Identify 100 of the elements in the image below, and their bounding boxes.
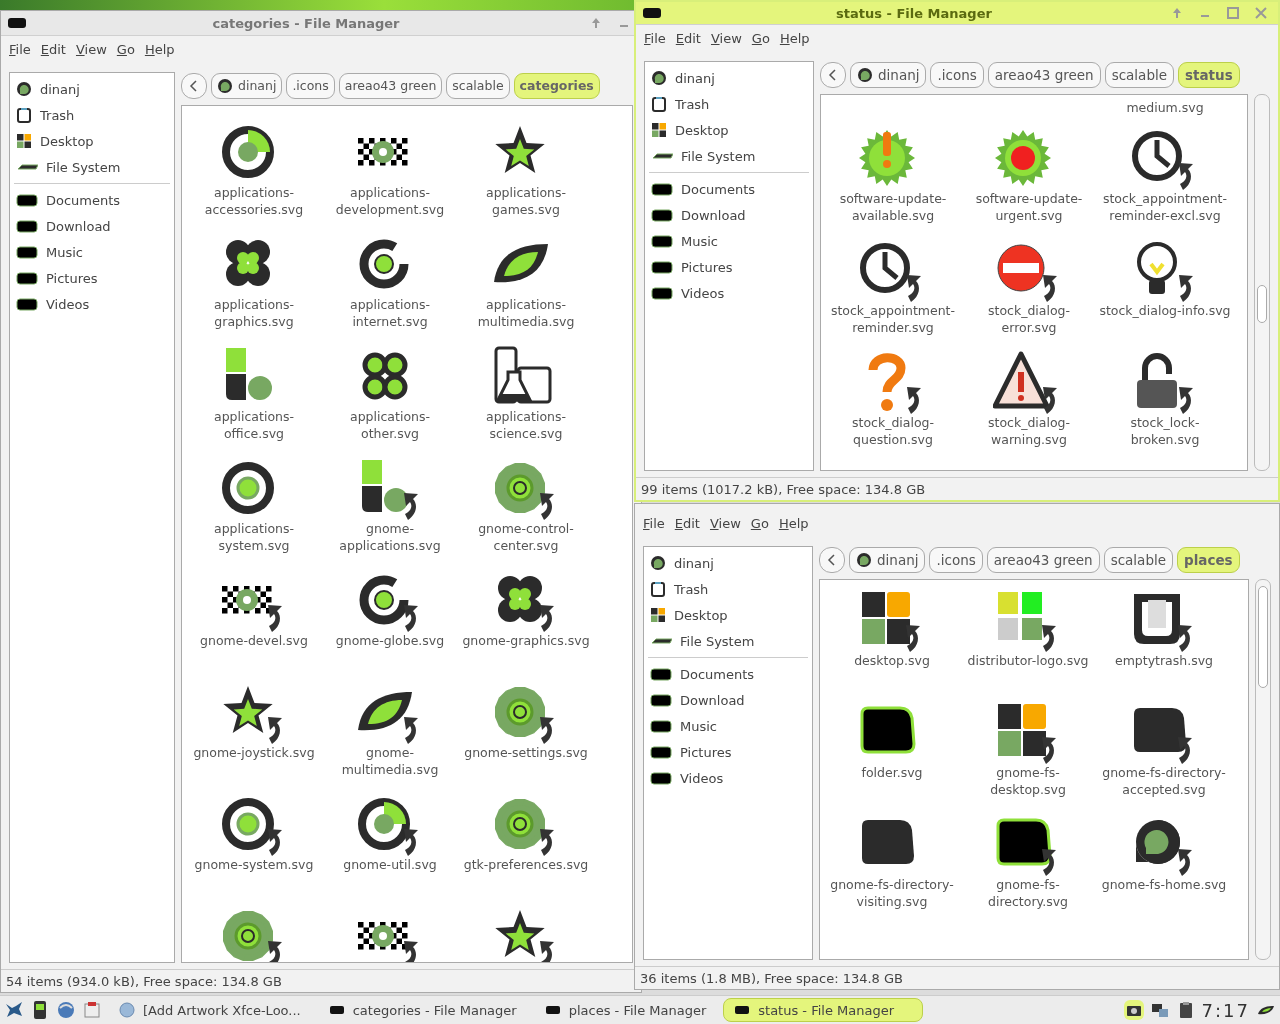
path-button[interactable]: status xyxy=(1178,61,1240,88)
sidebar-item[interactable]: Documents xyxy=(644,661,812,687)
icon-view-item[interactable]: folder.svg xyxy=(824,696,960,808)
path-button[interactable]: scalable xyxy=(446,72,510,99)
task-button[interactable]: [Add Artwork Xfce-Loo... xyxy=(108,998,312,1022)
menu-item[interactable]: Help xyxy=(774,513,815,533)
sidebar-item[interactable]: Documents xyxy=(10,187,174,213)
icon-view-item[interactable]: applications-other.svg xyxy=(322,340,458,452)
icon-view-item[interactable]: stock_dialog-warning.svg xyxy=(961,346,1097,458)
icon-view-item[interactable]: applications-development.svg xyxy=(322,116,458,228)
sidebar-item[interactable]: File System xyxy=(645,143,813,169)
menu-item[interactable]: File xyxy=(639,513,671,533)
menu-item[interactable]: Help xyxy=(140,39,181,59)
sidebar-item[interactable]: File System xyxy=(644,628,812,654)
menu-item[interactable]: Go xyxy=(112,39,141,59)
task-button[interactable]: places - File Manager xyxy=(533,998,718,1022)
icon-view-item[interactable]: applications-office.svg xyxy=(186,340,322,452)
task-button[interactable]: categories - File Manager xyxy=(317,998,528,1022)
icon-view-item[interactable]: applications-system.svg xyxy=(186,452,322,564)
menu-item[interactable]: View xyxy=(705,513,747,533)
sidebar-item[interactable]: File System xyxy=(10,154,174,180)
icon-view-item[interactable]: applications-multimedia.svg xyxy=(458,228,594,340)
icon-view-item[interactable]: gnome-fs-home.svg xyxy=(1096,808,1232,920)
sidebar-item[interactable]: Music xyxy=(644,713,812,739)
path-button[interactable]: dinanj xyxy=(849,546,926,573)
icon-view-item[interactable]: stock_lock-broken.svg xyxy=(1097,346,1233,458)
path-button[interactable]: scalable xyxy=(1104,61,1174,88)
path-button[interactable]: areao43 green xyxy=(338,72,443,99)
icon-view-item[interactable]: gnome-globe.svg xyxy=(322,564,458,676)
icon-view-item[interactable]: stock_appointment-reminder-excl.svg xyxy=(1097,122,1233,234)
menu-item[interactable]: File xyxy=(5,39,37,59)
menu-item[interactable]: View xyxy=(706,28,748,48)
icon-view-item[interactable]: emptytrash.svg xyxy=(1096,584,1232,696)
icon-view-item[interactable]: gnome-graphics.svg xyxy=(458,564,594,676)
menu-item[interactable]: Go xyxy=(746,513,775,533)
path-button[interactable]: scalable xyxy=(1103,546,1173,573)
menu-item[interactable]: Help xyxy=(775,28,816,48)
icon-view-item[interactable]: gnome-joystick.svg xyxy=(186,676,322,788)
icon-view-item[interactable]: stock_dialog-error.svg xyxy=(961,234,1097,346)
icon-view-item[interactable]: gnome-fs-directory-accepted.svg xyxy=(1096,696,1232,808)
sidebar-item[interactable]: Trash xyxy=(644,576,812,602)
sidebar-item[interactable]: dinanj xyxy=(10,76,174,102)
path-button[interactable]: places xyxy=(1177,546,1240,573)
icon-view-item[interactable]: gnome-fs-directory.svg xyxy=(960,808,1096,920)
icon-view-item[interactable]: software-update-urgent.svg xyxy=(961,122,1097,234)
path-button[interactable]: areao43 green xyxy=(986,546,1100,573)
sidebar-item[interactable]: dinanj xyxy=(644,550,812,576)
sidebar-item[interactable]: Trash xyxy=(10,102,174,128)
menu-item[interactable]: Edit xyxy=(670,513,706,533)
sidebar-item[interactable]: Videos xyxy=(644,765,812,791)
sidebar-item[interactable]: Music xyxy=(10,239,174,265)
icon-view-item[interactable]: gnome-util.svg xyxy=(322,788,458,900)
sidebar-item[interactable]: Videos xyxy=(10,291,174,317)
sidebar-item[interactable]: Download xyxy=(645,202,813,228)
sidebar-item[interactable]: Trash xyxy=(645,91,813,117)
sidebar-item[interactable]: Pictures xyxy=(645,254,813,280)
icon-view-item[interactable]: stock_appointment-reminder.svg xyxy=(825,234,961,346)
path-button[interactable]: categories xyxy=(513,72,600,99)
icon-view-item[interactable]: gtk-preferences.svg xyxy=(458,788,594,900)
sidebar-item[interactable]: Desktop xyxy=(10,128,174,154)
path-button[interactable]: .icons xyxy=(286,72,335,99)
icon-view-item[interactable]: applications-games.svg xyxy=(458,116,594,228)
sidebar-item[interactable]: Pictures xyxy=(10,265,174,291)
menu-item[interactable]: Go xyxy=(747,28,776,48)
icon-view-item[interactable]: distributor-logo.svg xyxy=(960,584,1096,696)
sidebar-item[interactable]: dinanj xyxy=(645,65,813,91)
icon-view-item[interactable]: applications-graphics.svg xyxy=(186,228,322,340)
icon-view-item[interactable]: stock_dialog-question.svg xyxy=(825,346,961,458)
icon-view-item[interactable]: gnome-multimedia.svg xyxy=(322,676,458,788)
sidebar-item[interactable]: Videos xyxy=(645,280,813,306)
icon-view-item[interactable]: medium.svg xyxy=(1097,99,1233,122)
path-button[interactable]: areao43 green xyxy=(987,61,1101,88)
icon-view-item[interactable]: gnome-settings.svg xyxy=(458,676,594,788)
icon-view-item[interactable]: gnome-system.svg xyxy=(186,788,322,900)
icon-view-item[interactable]: stock_dialog-info.svg xyxy=(1097,234,1233,346)
sidebar-item[interactable]: Desktop xyxy=(645,117,813,143)
sidebar-item[interactable]: Pictures xyxy=(644,739,812,765)
icon-view-item[interactable]: gnome-applications.svg xyxy=(322,452,458,564)
icon-view-item[interactable]: desktop.svg xyxy=(824,584,960,696)
menu-item[interactable]: Edit xyxy=(36,39,72,59)
sidebar-item[interactable]: Desktop xyxy=(644,602,812,628)
path-button[interactable]: dinanj xyxy=(211,72,283,99)
menu-item[interactable]: View xyxy=(71,39,113,59)
path-button[interactable]: dinanj xyxy=(850,61,927,88)
clock[interactable]: 7:17 xyxy=(1201,999,1250,1021)
icon-view-item[interactable]: software-update-available.svg xyxy=(825,122,961,234)
task-button[interactable]: status - File Manager xyxy=(723,998,924,1022)
menu-item[interactable]: Edit xyxy=(671,28,707,48)
path-button[interactable]: .icons xyxy=(930,61,984,88)
sidebar-item[interactable]: Documents xyxy=(645,176,813,202)
icon-view-item[interactable]: applications-accessories.svg xyxy=(186,116,322,228)
icon-view-item[interactable]: applications-internet.svg xyxy=(322,228,458,340)
menu-item[interactable]: File xyxy=(640,28,672,48)
sidebar-item[interactable]: Download xyxy=(644,687,812,713)
icon-view-item[interactable]: gnome-devel.svg xyxy=(186,564,322,676)
icon-view-item[interactable]: applications-science.svg xyxy=(458,340,594,452)
icon-view-item[interactable]: gnome-fs-directory-visiting.svg xyxy=(824,808,960,920)
icon-view-item[interactable]: gnome-control-center.svg xyxy=(458,452,594,564)
sidebar-item[interactable]: Music xyxy=(645,228,813,254)
path-button[interactable]: .icons xyxy=(929,546,983,573)
